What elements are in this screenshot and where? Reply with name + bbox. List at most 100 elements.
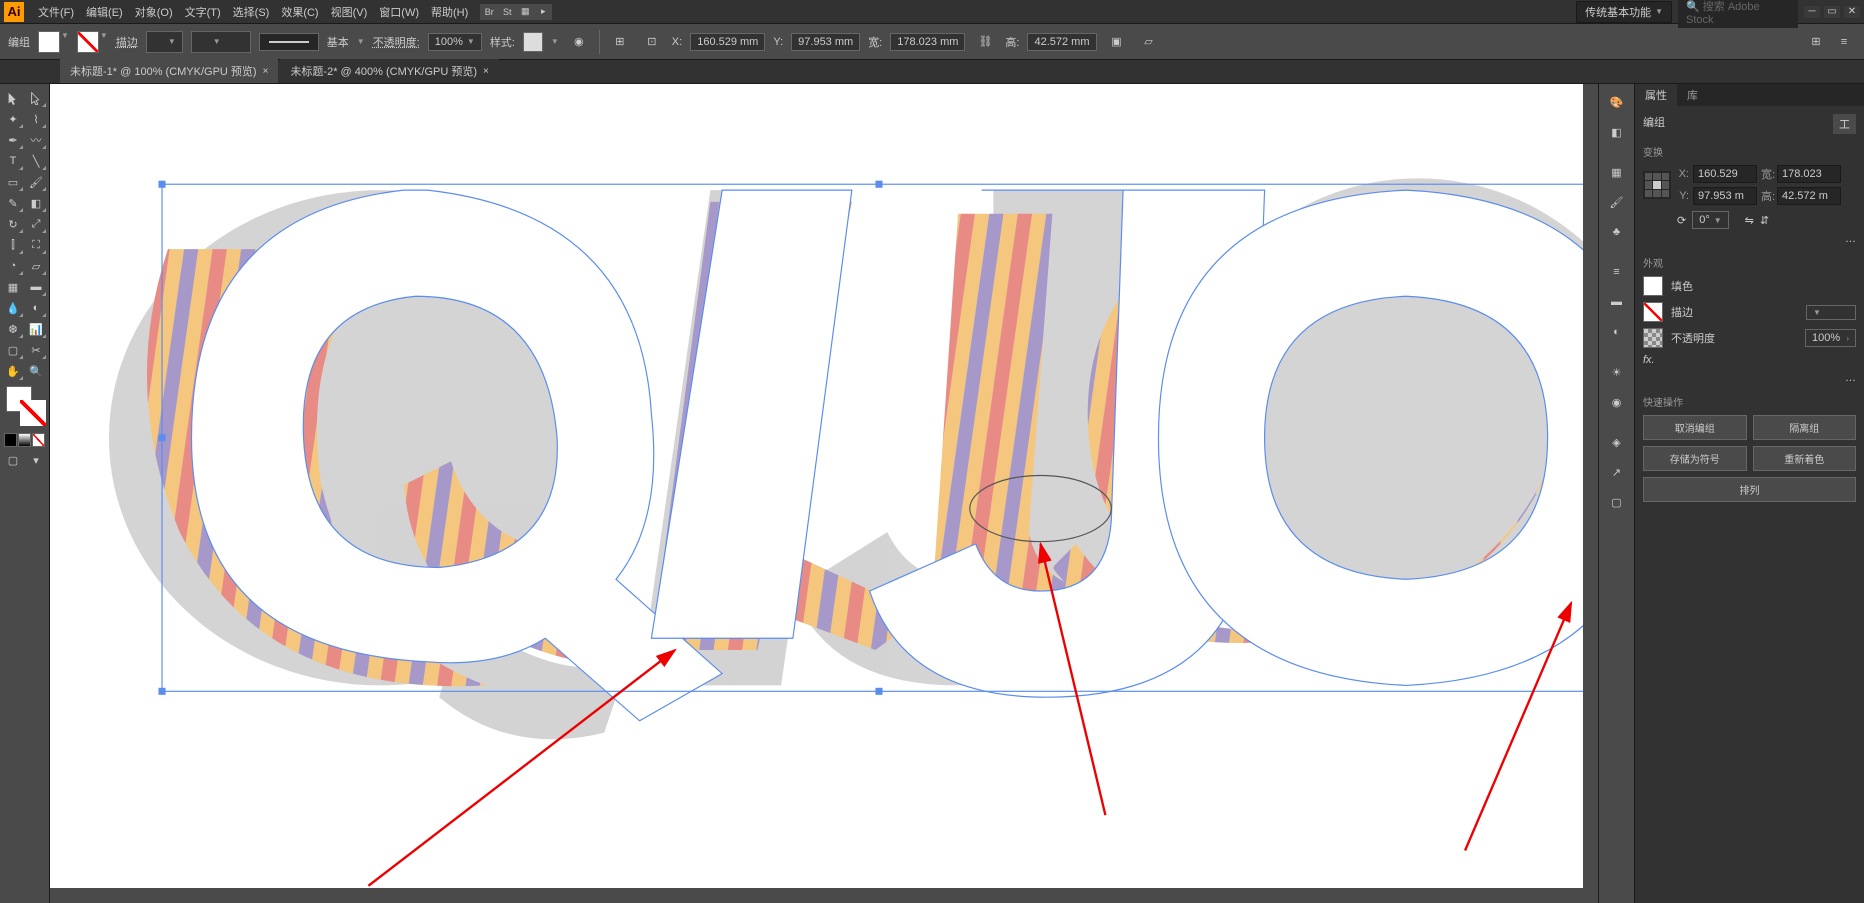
x-input[interactable] <box>1693 165 1757 183</box>
lasso-tool[interactable]: ⌇ <box>25 109 47 129</box>
blend-tool[interactable]: ◐ <box>25 298 47 318</box>
transform-more[interactable]: … <box>1845 233 1856 245</box>
y-input[interactable] <box>1693 187 1757 205</box>
panel-dock-icon[interactable]: ⊞ <box>1804 30 1828 54</box>
color-mode-gradient[interactable] <box>18 433 31 447</box>
brushes-panel-icon[interactable]: 🖌 <box>1601 188 1633 216</box>
symbol-sprayer-tool[interactable]: ❆ <box>2 319 24 339</box>
fill-swatch[interactable] <box>38 31 60 53</box>
recolor-button[interactable]: 重新着色 <box>1753 446 1857 471</box>
color-panel-icon[interactable]: 🎨 <box>1601 88 1633 116</box>
arrange-docs-icon[interactable]: ▦ <box>516 4 534 20</box>
menu-effect[interactable]: 效果(C) <box>275 4 324 20</box>
fill-swatch[interactable] <box>1643 276 1663 296</box>
recolor-icon[interactable]: ◉ <box>567 30 591 54</box>
screen-mode-menu[interactable]: ▾ <box>25 450 47 470</box>
rotate-tool[interactable]: ↻ <box>2 214 24 234</box>
menu-select[interactable]: 选择(S) <box>227 4 276 20</box>
document-tab-1[interactable]: 未标题-1* @ 100% (CMYK/GPU 预览) × <box>60 59 278 83</box>
rectangle-tool[interactable]: ▭ <box>2 172 24 192</box>
curvature-tool[interactable]: 〰 <box>25 130 47 150</box>
tab-properties[interactable]: 属性 <box>1635 84 1677 106</box>
stroke-panel-icon[interactable]: ≡ <box>1601 258 1633 286</box>
fill-dropdown[interactable]: ▼ <box>61 31 69 53</box>
menu-help[interactable]: 帮助(H) <box>425 4 474 20</box>
artboards-panel-icon[interactable]: ▢ <box>1601 488 1633 516</box>
brush-dropdown[interactable]: ▼ <box>357 37 365 46</box>
stock-icon[interactable]: St <box>498 4 516 20</box>
stock-search[interactable]: 🔍 搜索 Adobe Stock <box>1678 0 1798 28</box>
brush-preview[interactable] <box>259 33 319 51</box>
panel-menu-icon[interactable]: ≡ <box>1832 30 1856 54</box>
window-close[interactable]: ✕ <box>1844 6 1860 18</box>
selection-tool[interactable] <box>2 88 24 108</box>
align-icon[interactable]: ⊞ <box>608 30 632 54</box>
swatches-panel-icon[interactable]: ▦ <box>1601 158 1633 186</box>
opacity-value[interactable]: 100%▼ <box>428 33 482 51</box>
ungroup-button[interactable]: 取消编组 <box>1643 415 1747 440</box>
extras-button[interactable]: 工 <box>1833 114 1856 134</box>
opacity-swatch[interactable] <box>1643 328 1663 348</box>
line-tool[interactable]: ╲ <box>25 151 47 171</box>
tab-close-icon[interactable]: × <box>263 66 269 77</box>
arrange-button[interactable]: 排列 <box>1643 477 1856 502</box>
opacity-label[interactable]: 不透明度: <box>373 34 420 50</box>
stroke-box[interactable] <box>20 400 46 426</box>
reference-point[interactable] <box>1643 171 1671 199</box>
hand-tool[interactable]: ✋ <box>2 361 24 381</box>
stroke-label[interactable]: 描边 <box>116 34 138 50</box>
h-input[interactable] <box>1777 187 1841 205</box>
fill-stroke-control[interactable] <box>6 386 46 426</box>
fx-label[interactable]: fx. <box>1643 354 1655 366</box>
menu-window[interactable]: 窗口(W) <box>373 4 425 20</box>
vertical-scrollbar[interactable] <box>1583 84 1598 888</box>
mesh-tool[interactable]: ▦ <box>2 277 24 297</box>
artboard-tool[interactable]: ▢ <box>2 340 24 360</box>
var-width[interactable]: ▼ <box>191 31 251 53</box>
h-input[interactable]: 42.572 mm <box>1027 33 1096 51</box>
symbols-panel-icon[interactable]: ♣ <box>1601 218 1633 246</box>
scale-tool[interactable]: ⤢ <box>25 214 47 234</box>
window-restore[interactable]: ▭ <box>1824 6 1840 18</box>
link-wh-icon[interactable]: ⛓ <box>973 30 997 54</box>
w-input[interactable]: 178.023 mm <box>890 33 965 51</box>
menu-file[interactable]: 文件(F) <box>32 4 80 20</box>
save-symbol-button[interactable]: 存储为符号 <box>1643 446 1747 471</box>
tab-close-icon[interactable]: × <box>483 66 489 77</box>
canvas[interactable] <box>50 84 1583 888</box>
screen-mode[interactable]: ▢ <box>2 450 24 470</box>
gpu-icon[interactable]: ▸ <box>534 4 552 20</box>
bridge-icon[interactable]: Br <box>480 4 498 20</box>
mask-icon[interactable]: ▱ <box>1137 30 1161 54</box>
transform-icon[interactable]: ⊡ <box>640 30 664 54</box>
isolate-button[interactable]: 隔离组 <box>1753 415 1857 440</box>
direct-selection-tool[interactable] <box>25 88 47 108</box>
style-swatch[interactable] <box>523 32 543 52</box>
window-minimize[interactable]: ─ <box>1804 6 1820 18</box>
layers-panel-icon[interactable]: ◈ <box>1601 428 1633 456</box>
eyedropper-tool[interactable]: 💧 <box>2 298 24 318</box>
workspace-switcher[interactable]: 传统基本功能 ▼ <box>1576 1 1672 23</box>
gradient-panel-icon[interactable]: ▬ <box>1601 288 1633 316</box>
zoom-tool[interactable]: 🔍 <box>25 361 47 381</box>
style-dropdown[interactable]: ▼ <box>551 37 559 46</box>
horizontal-scrollbar[interactable] <box>50 888 1583 903</box>
stroke-weight-input[interactable]: ▼ <box>1806 305 1856 320</box>
document-tab-2[interactable]: 未标题-2* @ 400% (CMYK/GPU 预览) × <box>280 59 498 83</box>
menu-edit[interactable]: 编辑(E) <box>80 4 129 20</box>
color-mode-solid[interactable] <box>4 433 17 447</box>
shape-builder-tool[interactable]: ◔ <box>2 256 24 276</box>
graph-tool[interactable]: 📊 <box>25 319 47 339</box>
transparency-panel-icon[interactable]: ◐ <box>1601 318 1633 346</box>
flip-v-icon[interactable]: ⇵ <box>1760 214 1769 227</box>
rotate-input[interactable]: 0°▼ <box>1692 211 1728 229</box>
perspective-tool[interactable]: ▱ <box>25 256 47 276</box>
x-input[interactable]: 160.529 mm <box>690 33 765 51</box>
appearance-more[interactable]: … <box>1845 372 1856 384</box>
menu-view[interactable]: 视图(V) <box>325 4 374 20</box>
paintbrush-tool[interactable]: 🖌 <box>25 172 47 192</box>
eraser-tool[interactable]: ◧ <box>25 193 47 213</box>
stroke-swatch[interactable] <box>1643 302 1663 322</box>
y-input[interactable]: 97.953 mm <box>791 33 860 51</box>
graphic-styles-icon[interactable]: ◉ <box>1601 388 1633 416</box>
